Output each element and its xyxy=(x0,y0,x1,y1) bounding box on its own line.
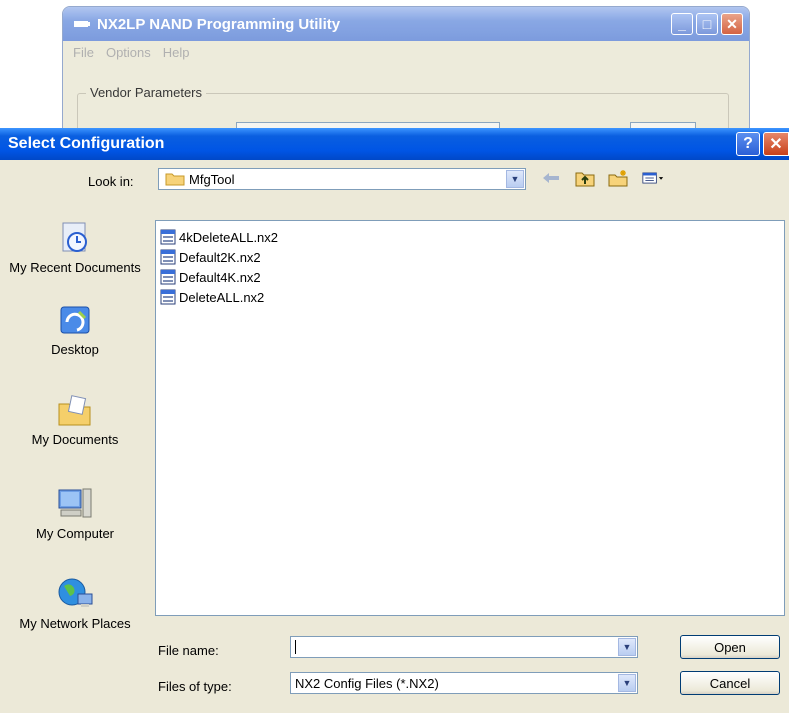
place-desktop[interactable]: Desktop xyxy=(0,304,150,357)
dialog-toolbar xyxy=(540,168,664,188)
up-folder-icon xyxy=(575,172,595,187)
maximize-button[interactable]: □ xyxy=(696,13,718,35)
file-list[interactable]: 4kDeleteALL.nx2 Default2K.nx2 Default4K.… xyxy=(155,220,785,616)
look-in-dropdown[interactable]: MfgTool ▼ xyxy=(158,168,526,190)
cancel-button[interactable]: Cancel xyxy=(680,671,780,695)
view-menu-icon xyxy=(642,172,664,184)
dialog-close-button[interactable]: ✕ xyxy=(763,132,789,156)
menu-options[interactable]: Options xyxy=(106,45,151,60)
look-in-label: Look in: xyxy=(88,174,134,189)
menu-bar: File Options Help xyxy=(63,41,749,64)
file-name-label: File name: xyxy=(158,643,219,658)
back-arrow-icon xyxy=(543,173,559,183)
folder-icon xyxy=(165,173,185,186)
chevron-down-icon[interactable]: ▼ xyxy=(618,638,636,656)
help-button[interactable]: ? xyxy=(736,132,760,156)
desktop-icon xyxy=(60,306,90,334)
place-label: My Recent Documents xyxy=(9,260,141,275)
main-window-titlebar: NX2LP NAND Programming Utility xyxy=(63,7,749,41)
list-item[interactable]: 4kDeleteALL.nx2 xyxy=(156,227,784,247)
vendor-parameters-label: Vendor Parameters xyxy=(86,85,207,100)
files-of-type-dropdown[interactable]: NX2 Config Files (*.NX2) ▼ xyxy=(290,672,638,694)
main-window-title: NX2LP NAND Programming Utility xyxy=(97,15,341,33)
dialog-title: Select Configuration xyxy=(8,135,165,152)
recent-documents-icon xyxy=(62,222,87,252)
place-label: My Computer xyxy=(35,526,115,541)
place-network-places[interactable]: My Network Places xyxy=(0,576,150,631)
up-folder-button[interactable] xyxy=(574,168,596,188)
select-configuration-dialog: Select Configuration ? ✕ Look in: MfgToo… xyxy=(0,128,789,713)
place-my-documents[interactable]: My Documents xyxy=(0,394,150,447)
place-label: Desktop xyxy=(51,342,99,357)
place-recent-documents[interactable]: My Recent Documents xyxy=(0,220,150,275)
my-computer-icon xyxy=(58,488,92,518)
file-name: 4kDeleteALL.nx2 xyxy=(179,229,279,245)
back-button[interactable] xyxy=(540,168,562,188)
file-name: Default4K.nx2 xyxy=(179,269,261,285)
new-folder-button[interactable] xyxy=(608,168,630,188)
place-label: My Network Places xyxy=(19,616,131,631)
list-item[interactable]: Default2K.nx2 xyxy=(156,247,784,267)
files-of-type-label: Files of type: xyxy=(158,679,232,694)
app-icon xyxy=(74,21,90,27)
open-button[interactable]: Open xyxy=(680,635,780,659)
minimize-button[interactable]: _ xyxy=(671,13,693,35)
list-item[interactable]: Default4K.nx2 xyxy=(156,267,784,287)
config-file-icon xyxy=(160,249,176,265)
config-file-icon xyxy=(160,289,176,305)
dialog-titlebar: Select Configuration ? ✕ xyxy=(0,128,789,160)
menu-help[interactable]: Help xyxy=(163,45,190,60)
file-name: DeleteALL.nx2 xyxy=(179,289,265,305)
main-close-button[interactable]: ✕ xyxy=(721,13,743,35)
files-of-type-value: NX2 Config Files (*.NX2) xyxy=(295,675,439,691)
new-folder-icon xyxy=(608,170,628,187)
config-file-icon xyxy=(160,269,176,285)
my-documents-icon xyxy=(58,395,91,426)
file-name-input[interactable]: ▼ xyxy=(290,636,638,658)
menu-file[interactable]: File xyxy=(73,45,94,60)
chevron-down-icon[interactable]: ▼ xyxy=(618,674,636,692)
look-in-value: MfgTool xyxy=(189,171,235,187)
view-menu-button[interactable] xyxy=(642,168,664,188)
file-name: Default2K.nx2 xyxy=(179,249,261,265)
chevron-down-icon[interactable]: ▼ xyxy=(506,170,524,188)
place-my-computer[interactable]: My Computer xyxy=(0,486,150,541)
list-item[interactable]: DeleteALL.nx2 xyxy=(156,287,784,307)
place-label: My Documents xyxy=(31,432,119,447)
network-places-icon xyxy=(58,578,93,607)
config-file-icon xyxy=(160,229,176,245)
text-caret xyxy=(295,640,296,654)
